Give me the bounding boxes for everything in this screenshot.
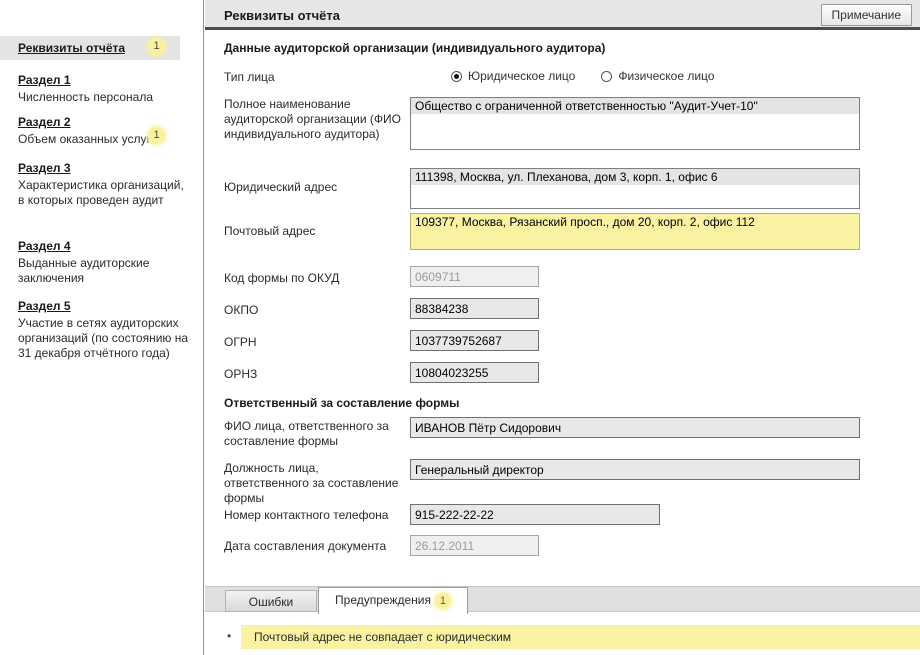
label-ornz: ОРНЗ [224,367,258,381]
note-button[interactable]: Примечание [820,4,912,26]
panel-header: Реквизиты отчёта Примечание [205,0,920,30]
tab-warnings-badge: 1 [434,592,451,609]
radio-legal-entity[interactable]: Юридическое лицо [451,69,575,83]
date-input[interactable] [410,535,539,556]
sidebar-item-label[interactable]: Раздел 2 [18,114,71,130]
legal-address-textarea[interactable]: 111398, Москва, ул. Плеханова, дом 3, ко… [410,168,860,209]
sidebar-item-razdel3[interactable]: Раздел 3 Характеристика организаций, в к… [18,160,190,208]
position-input[interactable] [410,459,860,480]
tab-warnings[interactable]: Предупреждения 1 [318,587,468,614]
label-date: Дата составления документа [224,539,387,553]
full-name-textarea[interactable]: Общество с ограниченной ответственностью… [410,97,860,150]
label-full-name: Полное наименование аудиторской организа… [224,97,401,141]
okud-input[interactable] [410,266,539,287]
sidebar-badge-rekvizity: 1 [148,38,165,55]
radio-legal-label: Юридическое лицо [468,69,576,83]
sidebar-item-sublabel: Выданные аудиторские заключения [18,256,150,285]
label-type: Тип лица [224,70,275,84]
label-okud: Код формы по ОКУД [224,271,340,285]
radio-unchecked-icon[interactable] [601,70,613,82]
label-ogrn: ОГРН [224,335,257,349]
tab-warnings-label: Предупреждения [335,593,431,607]
section-title-org: Данные аудиторской организации (индивиду… [224,41,606,55]
sidebar-item-label[interactable]: Раздел 3 [18,160,71,176]
radio-physical-entity[interactable]: Физическое лицо [601,69,714,83]
app-window: Реквизиты отчёта 1 Раздел 1 Численность … [0,0,920,655]
sidebar-item-label[interactable]: Раздел 1 [18,72,71,88]
okpo-input[interactable] [410,298,539,319]
postal-address-value: 109377, Москва, Рязанский просп., дом 20… [415,215,755,229]
ornz-input[interactable] [410,362,539,383]
radio-checked-icon[interactable] [451,70,462,82]
sidebar-nav: Реквизиты отчёта 1 Раздел 1 Численность … [0,0,204,655]
sidebar-item-razdel2[interactable]: Раздел 2 Объем оказанных услуг [18,114,190,147]
label-position: Должность лица, ответственного за состав… [224,461,399,505]
legal-address-value: 111398, Москва, ул. Плеханова, дом 3, ко… [411,169,859,185]
tab-errors[interactable]: Ошибки [225,590,317,612]
warning-bullet-icon: • [227,629,232,643]
warning-message: Почтовый адрес не совпадает с юридически… [241,625,920,649]
radio-physical-label: Физическое лицо [618,69,715,83]
sidebar-item-razdel1[interactable]: Раздел 1 Численность персонала [18,72,190,105]
sidebar-item-sublabel: Участие в сетях аудиторских организаций … [18,316,189,360]
section-title-responsible: Ответственный за составление формы [224,396,460,410]
label-okpo: ОКПО [224,303,259,317]
page-title: Реквизиты отчёта [224,8,340,23]
label-phone: Номер контактного телефона [224,508,389,522]
label-legal-address: Юридический адрес [224,180,338,194]
tab-errors-label: Ошибки [248,595,294,609]
sidebar-badge-razdel2: 1 [148,127,165,144]
sidebar-item-razdel5[interactable]: Раздел 5 Участие в сетях аудиторских орг… [18,298,190,361]
ogrn-input[interactable] [410,330,539,351]
label-postal-address: Почтовый адрес [224,224,316,238]
sidebar-item-label[interactable]: Раздел 4 [18,238,71,254]
phone-input[interactable] [410,504,660,525]
sidebar-item-label[interactable]: Раздел 5 [18,298,71,314]
main-panel: Реквизиты отчёта Примечание Данные аудит… [205,0,920,655]
sidebar-item-razdel4[interactable]: Раздел 4 Выданные аудиторские заключения [18,238,190,286]
postal-address-textarea[interactable]: 109377, Москва, Рязанский просп., дом 20… [410,213,860,250]
sidebar-item-sublabel: Характеристика организаций, в которых пр… [18,178,184,207]
entity-type-radio-group: Юридическое лицо Физическое лицо [451,69,732,83]
sidebar-item-label[interactable]: Реквизиты отчёта [18,40,125,56]
sidebar-item-sublabel: Численность персонала [18,90,154,104]
label-fio: ФИО лица, ответственного за составление … [224,419,389,448]
fio-input[interactable] [410,417,860,438]
full-name-value: Общество с ограниченной ответственностью… [411,98,859,114]
